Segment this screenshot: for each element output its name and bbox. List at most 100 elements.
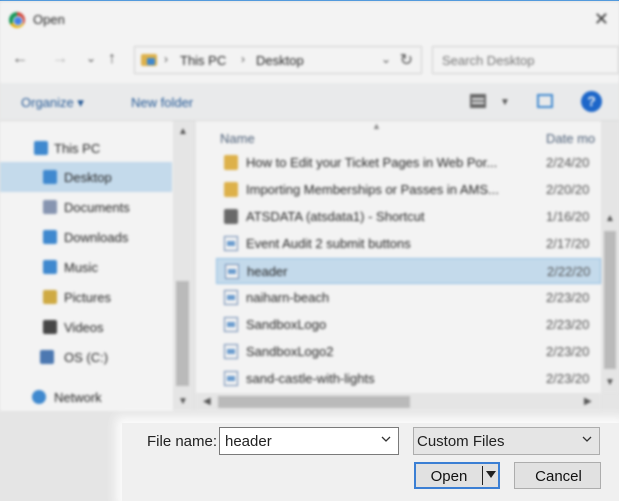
downloads-icon	[43, 230, 57, 244]
list-item[interactable]: Event Audit 2 submit buttons 2/17/20	[216, 231, 601, 257]
sidebar-item-music[interactable]: Music	[0, 252, 172, 282]
open-button[interactable]: Open	[414, 462, 500, 489]
file-date: 2/23/20	[546, 317, 590, 332]
open-button-label: Open	[430, 468, 468, 485]
image-file-icon	[224, 344, 238, 359]
horizontal-scrollbar[interactable]: ◀ ▶	[196, 393, 601, 411]
scrollbar-thumb[interactable]	[218, 396, 410, 408]
open-dropdown-icon[interactable]	[486, 471, 496, 478]
sidebar-item-label: Pictures	[64, 290, 111, 305]
scroll-left-icon[interactable]: ◀	[203, 396, 211, 407]
scrollbar-thumb[interactable]	[604, 231, 616, 369]
list-item[interactable]: How to Edit your Ticket Pages in Web Por…	[216, 150, 601, 176]
file-name-label: File name:	[147, 433, 218, 450]
image-file-icon	[225, 264, 239, 279]
sidebar-item-label: Music	[64, 260, 98, 275]
sidebar-item-desktop[interactable]: Desktop	[0, 162, 172, 192]
file-name: SandboxLogo	[246, 317, 327, 332]
recent-locations-icon[interactable]: ⌄	[86, 51, 96, 65]
folder-icon	[141, 54, 157, 66]
list-item[interactable]: SandboxLogo 2/23/20	[216, 312, 601, 338]
sidebar-item-label: Documents	[64, 200, 130, 215]
shortcut-icon	[224, 209, 238, 224]
breadcrumb-this-pc[interactable]: This PC	[180, 53, 226, 68]
file-name: SandboxLogo2	[246, 344, 334, 359]
title-bar: Open ✕	[0, 2, 619, 38]
file-name-input[interactable]: header	[219, 427, 399, 455]
image-file-icon	[224, 290, 238, 305]
nav-pane-scrollbar[interactable]: ▲ ▼	[173, 121, 192, 411]
help-icon[interactable]: ?	[581, 91, 602, 112]
file-date: 2/23/20	[546, 371, 590, 386]
music-icon	[43, 260, 57, 274]
list-item[interactable]: ATSDATA (atsdata1) - Shortcut 1/16/20	[216, 204, 601, 230]
sidebar-item-label: Videos	[64, 320, 104, 335]
up-arrow-icon[interactable]: ↑	[108, 50, 116, 68]
list-item-selected[interactable]: header 2/22/20	[216, 258, 601, 284]
refresh-icon[interactable]: ↻	[400, 50, 413, 70]
cancel-button[interactable]: Cancel	[514, 462, 601, 489]
scrollbar-thumb[interactable]	[176, 281, 189, 386]
sort-caret-icon: ▲	[372, 121, 381, 131]
breadcrumb-desktop[interactable]: Desktop	[256, 53, 304, 68]
file-type-select[interactable]: Custom Files	[413, 427, 600, 455]
split-divider	[482, 466, 483, 485]
file-date: 2/17/20	[546, 236, 590, 251]
file-date: 1/16/20	[546, 209, 590, 224]
folder-icon	[224, 155, 238, 170]
view-options-icon[interactable]	[470, 94, 486, 108]
forward-arrow-icon[interactable]: →	[52, 50, 68, 68]
sidebar-item-label: Downloads	[64, 230, 129, 245]
file-list-scrollbar[interactable]: ▲ ▼	[601, 121, 619, 393]
pictures-icon	[43, 290, 57, 304]
chevron-down-icon[interactable]	[581, 433, 593, 445]
chevron-down-icon[interactable]: ▼	[500, 97, 510, 108]
videos-icon	[43, 320, 57, 334]
scroll-up-icon[interactable]: ▲	[605, 213, 615, 224]
documents-icon	[43, 200, 57, 214]
sidebar-item-os-c[interactable]: OS (C:)	[0, 342, 172, 372]
image-file-icon	[224, 236, 238, 251]
chevron-down-icon[interactable]: ⌄	[381, 52, 391, 66]
chrome-icon	[9, 12, 25, 28]
file-date: 2/24/20	[546, 155, 590, 170]
open-dialog: Open ✕ ← → ⌄ ↑ › This PC › Desktop ⌄ ↻ S…	[0, 0, 619, 501]
sidebar-item-documents[interactable]: Documents	[0, 192, 172, 222]
list-item[interactable]: Importing Memberships or Passes in AMS..…	[216, 177, 601, 203]
sidebar-item-network[interactable]: Network	[0, 382, 172, 412]
image-file-icon	[224, 371, 238, 386]
address-bar[interactable]: › This PC › Desktop ⌄ ↻	[134, 46, 422, 74]
list-item[interactable]: sand-castle-with-lights 2/23/20	[216, 366, 601, 392]
column-header-date[interactable]: Date mo	[546, 131, 595, 146]
list-item[interactable]: naiharn-beach 2/23/20	[216, 285, 601, 311]
file-name-bar: File name: header Custom Files Open Canc…	[122, 423, 619, 501]
new-folder-button[interactable]: New folder	[131, 95, 193, 110]
close-icon[interactable]: ✕	[594, 9, 609, 30]
back-arrow-icon[interactable]: ←	[12, 50, 28, 68]
scroll-up-icon[interactable]: ▲	[178, 126, 188, 137]
search-input[interactable]: Search Desktop	[432, 46, 619, 74]
scroll-right-icon[interactable]: ▶	[584, 396, 592, 407]
sidebar-item-downloads[interactable]: Downloads	[0, 222, 172, 252]
file-type-value: Custom Files	[417, 433, 505, 450]
window-title: Open	[33, 12, 65, 27]
navigation-bar: ← → ⌄ ↑ › This PC › Desktop ⌄ ↻ Search D…	[0, 38, 619, 83]
sidebar-item-pictures[interactable]: Pictures	[0, 282, 172, 312]
organize-button[interactable]: Organize ▾	[21, 95, 84, 111]
scroll-down-icon[interactable]: ▼	[605, 377, 615, 388]
sidebar-item-videos[interactable]: Videos	[0, 312, 172, 342]
file-name: How to Edit your Ticket Pages in Web Por…	[246, 155, 498, 170]
desktop-icon	[43, 170, 57, 184]
search-placeholder: Search Desktop	[442, 53, 535, 68]
scroll-down-icon[interactable]: ▼	[178, 396, 188, 407]
breadcrumb-separator: ›	[164, 52, 168, 66]
file-name: Importing Memberships or Passes in AMS..…	[246, 182, 499, 197]
sidebar-item-this-pc[interactable]: This PC	[0, 133, 172, 163]
breadcrumb-separator: ›	[241, 52, 245, 66]
column-header-name[interactable]: Name	[220, 131, 255, 146]
folder-icon	[224, 182, 238, 197]
chevron-down-icon[interactable]	[380, 433, 392, 445]
file-name-value: header	[225, 433, 272, 450]
preview-pane-icon[interactable]	[537, 94, 553, 108]
list-item[interactable]: SandboxLogo2 2/23/20	[216, 339, 601, 365]
